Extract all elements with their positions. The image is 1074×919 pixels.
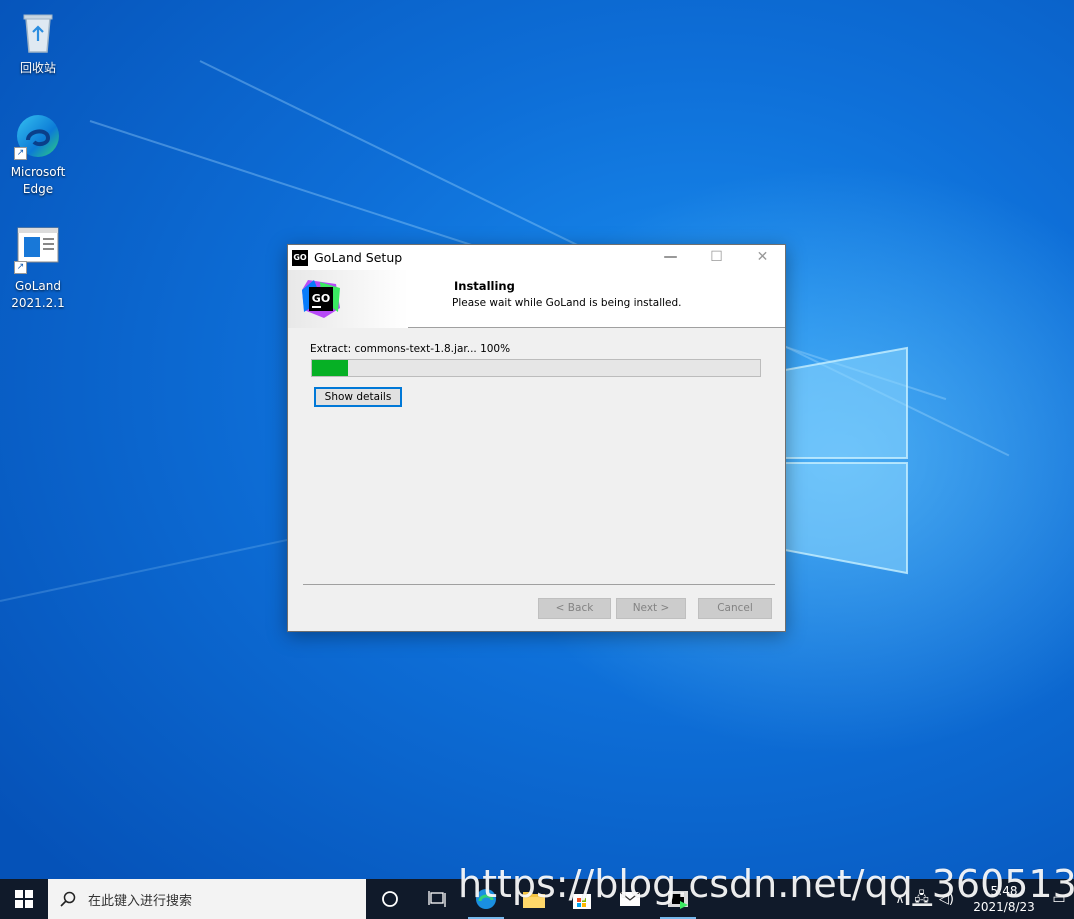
search-icon <box>60 891 76 907</box>
task-view-icon <box>428 891 446 907</box>
taskbar-search-box[interactable]: 在此键入进行搜索 <box>48 879 366 919</box>
show-details-button[interactable]: Show details <box>314 387 402 407</box>
cortana-circle-icon <box>382 891 398 907</box>
desktop-icon-recycle-bin[interactable]: 回收站 <box>0 8 76 77</box>
desktop-icon-label: 回收站 <box>19 61 56 75</box>
goland-app-icon: GO <box>292 249 308 266</box>
desktop-icon-label: GoLand 2021.2.1 <box>11 279 65 310</box>
search-placeholder: 在此键入进行搜索 <box>88 893 193 909</box>
svg-text:GO: GO <box>312 292 330 305</box>
windows-start-icon <box>15 890 33 908</box>
extract-status-text: Extract: commons-text-1.8.jar... 100% <box>310 343 511 355</box>
maximize-button[interactable]: ☐ <box>694 245 739 270</box>
desktop-icon-label: Microsoft Edge <box>10 165 66 196</box>
goland-shortcut-icon: ↗ <box>14 226 62 274</box>
windows-logo-wallpaper <box>785 346 908 575</box>
progress-fill <box>312 360 348 376</box>
close-button[interactable]: ✕ <box>740 245 785 270</box>
dialog-header: GO Installing Please wait while GoLand i… <box>288 270 785 328</box>
csdn-watermark: https://blog.csdn.net/qq_36051316 <box>458 862 1074 906</box>
shortcut-arrow-icon: ↗ <box>14 261 27 274</box>
goland-logo-icon: GO <box>302 280 340 318</box>
desktop-icon-edge[interactable]: ↗ Microsoft Edge <box>0 112 76 198</box>
button-divider <box>303 584 775 585</box>
edge-icon: ↗ <box>14 112 62 160</box>
task-view-button[interactable] <box>414 879 462 919</box>
header-title: Installing <box>454 279 515 293</box>
dialog-titlebar[interactable]: GO GoLand Setup — ☐ ✕ <box>288 245 785 270</box>
install-progress-bar <box>311 359 761 377</box>
cortana-button[interactable] <box>366 879 414 919</box>
shortcut-arrow-icon: ↗ <box>14 147 27 160</box>
cancel-button[interactable]: Cancel <box>698 598 772 619</box>
desktop-icon-goland[interactable]: ↗ GoLand 2021.2.1 <box>0 226 76 312</box>
start-button[interactable] <box>0 879 48 919</box>
back-button[interactable]: < Back <box>538 598 611 619</box>
next-button[interactable]: Next > <box>616 598 686 619</box>
recycle-bin-icon <box>14 8 62 56</box>
setup-dialog: GO GoLand Setup — ☐ ✕ GO Installing Plea… <box>287 244 786 632</box>
dialog-title: GoLand Setup <box>314 250 403 265</box>
minimize-button[interactable]: — <box>648 245 693 270</box>
header-subtitle: Please wait while GoLand is being instal… <box>452 297 682 309</box>
